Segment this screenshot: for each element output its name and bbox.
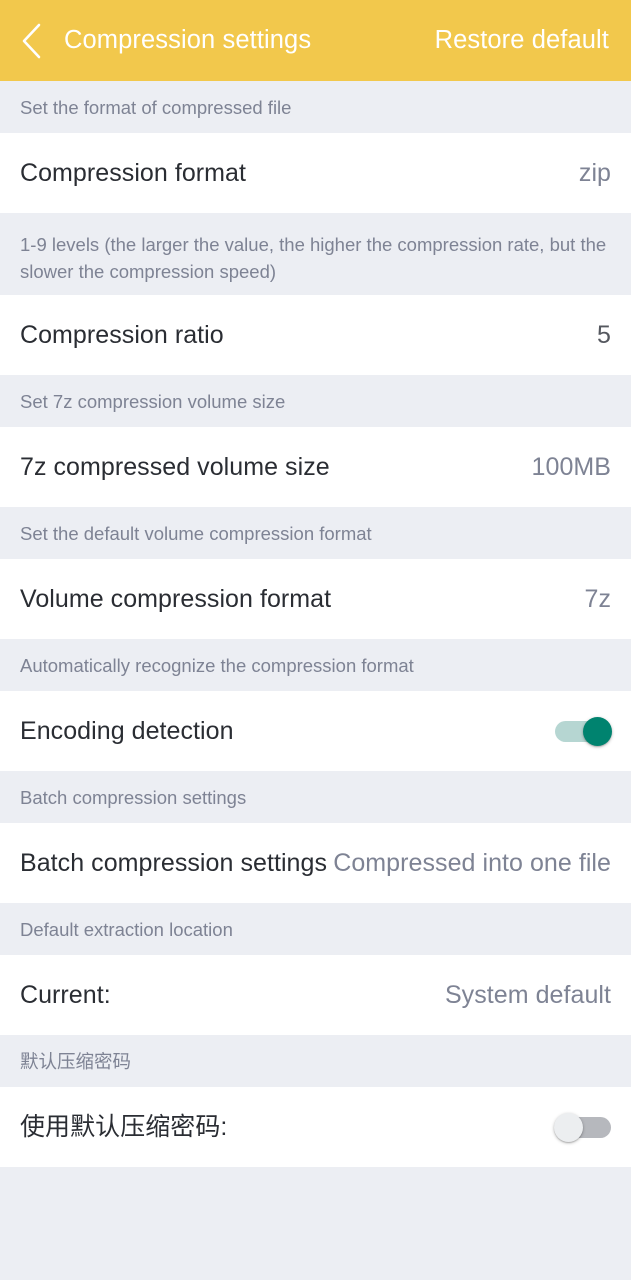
app-bar: Compression settings Restore default [0,0,631,81]
section-caption-compression-ratio: 1-9 levels (the larger the value, the hi… [0,213,631,295]
caption-text: Batch compression settings [20,787,247,808]
row-label: 使用默认压缩密码: [20,1112,228,1141]
caption-text: Set 7z compression volume size [20,391,286,412]
section-caption-compression-format: Set the format of compressed file [0,81,631,133]
caption-text: Automatically recognize the compression … [20,655,414,676]
row-label: Compression ratio [20,320,224,349]
row-volume-compression-format[interactable]: Volume compression format 7z [0,559,631,639]
caption-text: Set the default volume compression forma… [20,523,372,544]
row-current-extraction-location[interactable]: Current: System default [0,955,631,1035]
section-caption-batch-compression: Batch compression settings [0,771,631,823]
row-value: 5 [597,320,611,349]
row-compression-ratio[interactable]: Compression ratio 5 [0,295,631,375]
row-value: Compressed into one file [333,848,611,877]
caption-text: 默认压缩密码 [20,1051,132,1072]
section-caption-default-extraction-location: Default extraction location [0,903,631,955]
toggle-thumb [583,717,612,746]
row-label: Volume compression format [20,584,332,613]
row-value: 7z [584,584,611,613]
page-title: Compression settings [64,25,312,54]
restore-default-button[interactable]: Restore default [435,27,609,54]
caption-text: 1-9 levels (the larger the value, the hi… [20,234,607,282]
section-caption-encoding-detection: Automatically recognize the compression … [0,639,631,691]
section-caption-7z-volume-size: Set 7z compression volume size [0,375,631,427]
row-label: Current: [20,980,111,1009]
section-caption-volume-compression-format: Set the default volume compression forma… [0,507,631,559]
row-batch-compression-settings[interactable]: Batch compression settings Compressed in… [0,823,631,903]
row-label: Batch compression settings [20,848,328,877]
row-label: Compression format [20,158,246,187]
row-label: Encoding detection [20,716,234,745]
row-label: 7z compressed volume size [20,452,330,481]
back-button[interactable] [18,18,58,64]
encoding-detection-toggle[interactable] [555,717,612,746]
row-compression-format[interactable]: Compression format zip [0,133,631,213]
caption-text: Default extraction location [20,919,233,940]
use-default-password-toggle[interactable] [554,1113,611,1142]
row-value: 100MB [531,452,611,481]
row-value: zip [578,158,611,187]
compression-settings-screen: Compression settings Restore default Set… [0,0,631,1280]
row-encoding-detection[interactable]: Encoding detection [0,691,631,771]
row-value: System default [444,980,611,1009]
toggle-thumb [554,1113,583,1142]
section-caption-default-password: 默认压缩密码 [0,1035,631,1087]
row-7z-compressed-volume-size[interactable]: 7z compressed volume size 100MB [0,427,631,507]
settings-list: Set the format of compressed file Compre… [0,81,631,1280]
chevron-left-icon [18,21,44,61]
caption-text: Set the format of compressed file [20,97,292,118]
row-use-default-password[interactable]: 使用默认压缩密码: [0,1087,631,1167]
